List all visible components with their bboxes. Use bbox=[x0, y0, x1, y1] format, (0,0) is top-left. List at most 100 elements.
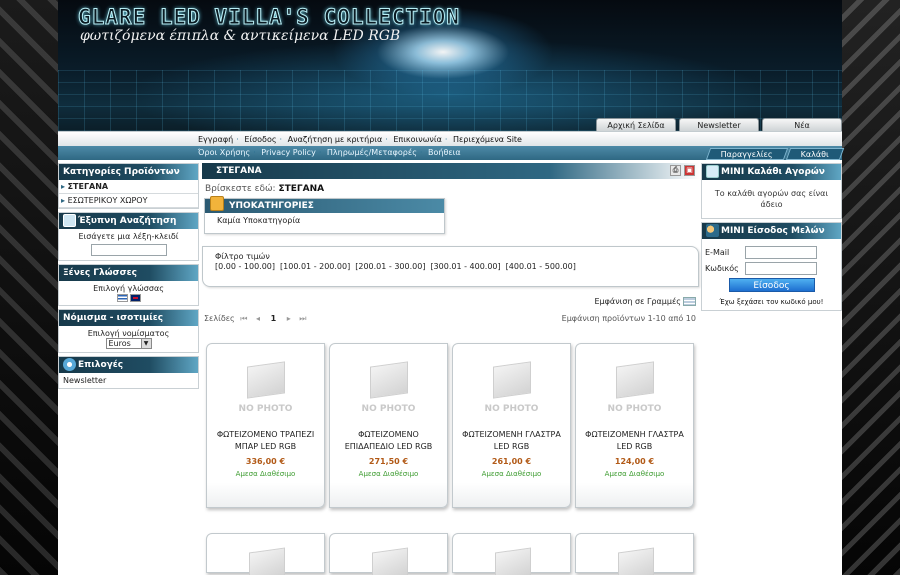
uk-flag-icon[interactable] bbox=[129, 293, 141, 302]
email-field[interactable] bbox=[745, 246, 817, 259]
main-content: ΣΤΕΓΑΝΑ ⎙ ▣ Βρίσκεστε εδώ: ΣΤΕΓΑΝΑ ΥΠΟΚΑ… bbox=[202, 160, 699, 513]
nav-help[interactable]: Βοήθεια bbox=[428, 148, 461, 157]
nav-contact[interactable]: Επικοινωνία bbox=[393, 135, 442, 144]
content-area: Κατηγορίες Προϊόντων ΣΤΕΓΑΝΑ ΕΣΩΤΕΡΙΚΟΥ … bbox=[58, 160, 842, 575]
nav-payments[interactable]: Πληρωμές/Μεταφορές bbox=[327, 148, 417, 157]
box-placeholder-icon bbox=[615, 361, 654, 399]
list-view-icon[interactable] bbox=[683, 297, 696, 306]
password-row: Κωδικός bbox=[705, 262, 838, 275]
view-as-list-link[interactable]: Εμφάνιση σε Γραμμές bbox=[595, 297, 682, 306]
users-icon bbox=[706, 224, 719, 237]
languages-box: Ξένες Γλώσσες Επιλογή γλώσσας bbox=[58, 264, 199, 306]
product-card[interactable]: NO PHOTO ΦΩΤΕΙΖΟΜΕΝΗ ΓΛΑΣΤΡΑ LED RGB 261… bbox=[452, 343, 571, 508]
tab-cart[interactable]: Καλάθι bbox=[785, 148, 845, 160]
password-label: Κωδικός bbox=[705, 264, 739, 273]
price-range-link[interactable]: [300.01 - 400.00] bbox=[430, 262, 500, 271]
tab-orders[interactable]: Παραγγελίες bbox=[705, 148, 789, 160]
pages-label: Σελίδες bbox=[204, 314, 235, 323]
nav-login[interactable]: Είσοδος bbox=[244, 135, 276, 144]
languages-hint: Επιλογή γλώσσας bbox=[93, 284, 164, 293]
price-range-link[interactable]: [0.00 - 100.00] bbox=[215, 262, 275, 271]
product-price: 336,00 € bbox=[245, 457, 286, 466]
languages-title: Ξένες Γλώσσες bbox=[59, 265, 198, 281]
product-card[interactable]: NO PHOTO ΦΩΤΕΙΖΟΜΕΝΟ ΕΠΙΔΑΠΕΔΙΟ LED RGB … bbox=[329, 343, 448, 508]
first-page-icon[interactable]: ⏮ bbox=[240, 314, 247, 323]
nav-terms[interactable]: Όροι Χρήσης bbox=[198, 148, 250, 157]
no-photo-label: NO PHOTO bbox=[607, 404, 662, 414]
forgot-password-link[interactable]: Έχω ξεχάσει τον κωδικό μου! bbox=[705, 298, 838, 306]
print-icon[interactable]: ⎙ bbox=[670, 165, 681, 176]
product-name[interactable]: ΦΩΤΕΙΖΟΜΕΝΟ ΕΠΙΔΑΠΕΔΙΟ LED RGB bbox=[330, 429, 447, 453]
site-subtitle: φωτιζόμενα έπιπλα & αντικείμενα LED RGB bbox=[80, 28, 401, 44]
product-card-partial[interactable] bbox=[329, 533, 448, 575]
search-body: Εισάγετε μια λέξη-κλειδί bbox=[59, 229, 198, 260]
tab-newsletter[interactable]: Newsletter bbox=[679, 118, 759, 131]
mini-cart-title: MINI Καλάθι Αγορών bbox=[721, 167, 825, 177]
nav-advanced-search[interactable]: Αναζήτηση με κριτήρια bbox=[288, 135, 383, 144]
product-grid: NO PHOTO ΦΩΤΕΙΖΟΜΕΝΟ ΤΡΑΠΕΖΙ ΜΠΑΡ LED RG… bbox=[202, 343, 699, 513]
password-field[interactable] bbox=[745, 262, 817, 275]
results-count: Εμφάνιση προϊόντων 1-10 από 10 bbox=[561, 314, 696, 323]
price-range-link[interactable]: [100.01 - 200.00] bbox=[280, 262, 350, 271]
product-stock: Αμεσα Διαθέσιμο bbox=[235, 470, 296, 478]
product-card[interactable]: NO PHOTO ΦΩΤΕΙΖΟΜΕΝΟ ΤΡΑΠΕΖΙ ΜΠΑΡ LED RG… bbox=[206, 343, 325, 508]
category-item-stegana[interactable]: ΣΤΕΓΑΝΑ bbox=[59, 180, 198, 194]
email-row: E-Mail bbox=[705, 246, 838, 259]
background-right-decoration bbox=[840, 0, 900, 575]
next-page-icon[interactable]: ▸ bbox=[287, 314, 291, 323]
mini-cart-box: MINI Καλάθι Αγορών Το καλάθι αγορών σας … bbox=[701, 163, 842, 219]
box-placeholder-icon bbox=[618, 547, 654, 575]
view-mode: Εμφάνιση σε Γραμμές bbox=[202, 287, 699, 306]
product-card[interactable]: NO PHOTO ΦΩΤΕΙΖΟΜΕΝΗ ΓΛΑΣΤΡΑ LED RGB 124… bbox=[575, 343, 694, 508]
options-header: Επιλογές bbox=[59, 357, 198, 373]
site-header-banner: GLARE LED VILLA'S COLLECTION φωτιζόμενα … bbox=[58, 0, 842, 131]
product-card-partial[interactable] bbox=[452, 533, 571, 575]
product-price: 271,50 € bbox=[368, 457, 409, 466]
keyword-input[interactable] bbox=[90, 244, 167, 256]
mini-cart-empty: Το καλάθι αγορών σας είναι άδειο bbox=[714, 189, 829, 209]
greek-flag-icon[interactable] bbox=[116, 293, 128, 302]
mini-login-title: MINI Είσοδος Μελών bbox=[721, 226, 825, 236]
last-page-icon[interactable]: ⏭ bbox=[299, 314, 306, 323]
login-button[interactable]: Είσοδος bbox=[728, 278, 815, 292]
current-page[interactable]: 1 bbox=[271, 314, 277, 323]
currency-select[interactable]: Euros ▼ bbox=[105, 338, 152, 349]
product-name[interactable]: ΦΩΤΕΙΖΟΜΕΝΗ ΓΛΑΣΤΡΑ LED RGB bbox=[453, 429, 570, 453]
nav-separator: · bbox=[236, 135, 239, 144]
product-image[interactable]: NO PHOTO bbox=[354, 360, 424, 418]
product-card-partial[interactable] bbox=[206, 533, 325, 575]
options-body: Newsletter bbox=[59, 373, 198, 388]
languages-body: Επιλογή γλώσσας bbox=[59, 281, 198, 305]
price-range-link[interactable]: [400.01 - 500.00] bbox=[506, 262, 576, 271]
price-ranges: [0.00 - 100.00] [100.01 - 200.00] [200.0… bbox=[215, 262, 686, 271]
product-image[interactable]: NO PHOTO bbox=[231, 360, 301, 418]
search-header: Έξυπνη Αναζήτηση bbox=[59, 213, 198, 229]
page-tools: ⎙ ▣ bbox=[670, 165, 695, 176]
category-heading: ΣΤΕΓΑΝΑ ⎙ ▣ bbox=[202, 163, 699, 179]
price-range-link[interactable]: [200.01 - 300.00] bbox=[355, 262, 425, 271]
pdf-icon[interactable]: ▣ bbox=[684, 165, 695, 176]
product-image[interactable]: NO PHOTO bbox=[477, 360, 547, 418]
search-box: Έξυπνη Αναζήτηση Εισάγετε μια λέξη-κλειδ… bbox=[58, 212, 199, 261]
nav-register[interactable]: Εγγραφή bbox=[198, 135, 233, 144]
mini-login-header: MINI Είσοδος Μελών bbox=[702, 223, 841, 239]
prev-page-icon[interactable]: ◂ bbox=[256, 314, 260, 323]
product-image[interactable]: NO PHOTO bbox=[600, 360, 670, 418]
breadcrumb: Βρίσκεστε εδώ: ΣΤΕΓΑΝΑ bbox=[202, 179, 699, 194]
category-label: ΣΤΕΓΑΝΑ bbox=[67, 182, 109, 191]
tab-news[interactable]: Νέα bbox=[762, 118, 842, 131]
options-newsletter-link[interactable]: Newsletter bbox=[63, 376, 194, 385]
chevron-down-icon: ▼ bbox=[140, 339, 151, 348]
box-placeholder-icon bbox=[492, 361, 531, 399]
nav-privacy[interactable]: Privacy Policy bbox=[261, 148, 316, 157]
box-placeholder-icon bbox=[495, 547, 531, 575]
tab-home[interactable]: Αρχική Σελίδα bbox=[596, 118, 676, 131]
site-title[interactable]: GLARE LED VILLA'S COLLECTION bbox=[77, 5, 460, 30]
category-item-indoor[interactable]: ΕΣΩΤΕΡΙΚΟΥ ΧΩΡΟΥ bbox=[59, 194, 198, 208]
product-name[interactable]: ΦΩΤΕΙΖΟΜΕΝΟ ΤΡΑΠΕΖΙ ΜΠΑΡ LED RGB bbox=[207, 429, 324, 453]
nav-sitemap[interactable]: Περιεχόμενα Site bbox=[453, 135, 522, 144]
background-left-decoration bbox=[0, 0, 58, 575]
currency-selected: Euros bbox=[108, 339, 131, 348]
product-card-partial[interactable] bbox=[575, 533, 694, 575]
product-name[interactable]: ΦΩΤΕΙΖΟΜΕΝΗ ΓΛΑΣΤΡΑ LED RGB bbox=[576, 429, 693, 453]
